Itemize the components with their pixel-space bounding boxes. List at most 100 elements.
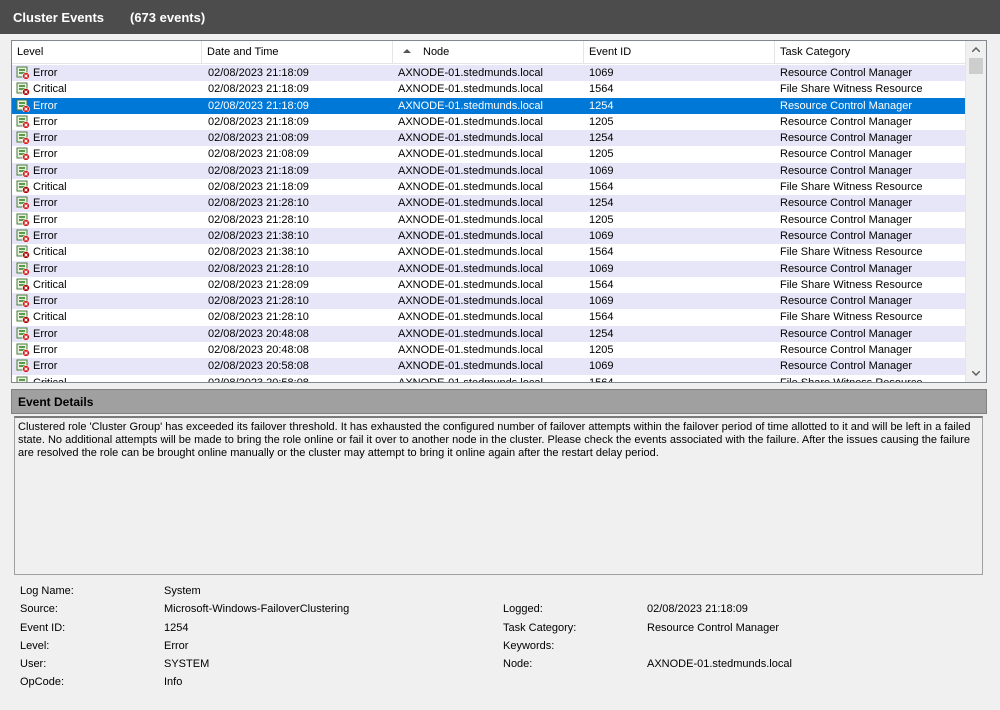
table-row[interactable]: Error 02/08/2023 21:08:09 AXNODE-01.stedmu… xyxy=(12,146,965,162)
event-critical-icon xyxy=(16,277,30,291)
node-label: Node: xyxy=(503,658,533,670)
table-row[interactable]: Critical 02/08/2023 21:28:10 AXNODE-01.ste… xyxy=(12,309,965,325)
table-row[interactable]: Critical 02/08/2023 20:58:08 AXNODE-01.ste… xyxy=(12,375,965,383)
table-row[interactable]: Error 02/08/2023 21:18:09 AXNODE-01.stedmu… xyxy=(12,162,965,180)
level-cell: Critical xyxy=(16,277,201,293)
event-id-cell: 1205 xyxy=(589,213,614,226)
grid-header: Level Date and Time Node Event ID Task C… xyxy=(12,41,965,64)
node-cell: AXNODE-01.stedmunds.local xyxy=(398,311,543,324)
date-cell: 02/08/2023 20:48:08 xyxy=(208,327,309,340)
task-category-cell: File Share Witness Resource xyxy=(780,83,923,96)
column-header-task-category[interactable]: Task Category xyxy=(775,41,965,64)
event-count: (673 events) xyxy=(130,10,206,25)
level-cell: Error xyxy=(16,195,201,211)
event-error-icon xyxy=(16,342,30,357)
event-error-icon xyxy=(16,358,30,373)
event-properties: Log Name: System Source: Microsoft-Windo… xyxy=(0,580,1000,690)
event-id-cell: 1069 xyxy=(589,295,614,308)
task-category-label: Task Category: xyxy=(503,622,577,634)
level-text: Error xyxy=(33,115,58,128)
task-category-cell: Resource Control Manager xyxy=(780,115,913,128)
event-id-cell: 1254 xyxy=(589,99,614,112)
keywords-label: Keywords: xyxy=(503,640,555,652)
window-title: Cluster Events xyxy=(13,10,105,25)
event-critical-icon xyxy=(16,179,30,194)
table-row[interactable]: Critical 02/08/2023 21:28:09 AXNODE-01.ste… xyxy=(12,277,965,293)
column-header-level[interactable]: Level xyxy=(12,41,202,64)
column-header-event-id[interactable]: Event ID xyxy=(584,41,775,64)
events-grid[interactable]: Level Date and Time Node Event ID Task C… xyxy=(11,40,987,383)
table-row[interactable]: Error 02/08/2023 21:38:10 AXNODE-01.stedmu… xyxy=(12,227,965,245)
table-row[interactable]: Error 02/08/2023 20:48:08 AXNODE-01.stedmu… xyxy=(12,325,965,343)
event-error-icon xyxy=(16,212,30,226)
level-text: Critical xyxy=(33,376,67,383)
scrollbar-thumb[interactable] xyxy=(969,58,983,74)
task-category-cell: File Share Witness Resource xyxy=(780,311,923,324)
event-details-title: Event Details xyxy=(18,395,94,409)
vertical-scrollbar[interactable] xyxy=(965,41,986,382)
event-error-icon xyxy=(16,261,30,275)
level-text: Critical xyxy=(33,83,67,96)
event-error-icon xyxy=(16,326,30,340)
table-row[interactable]: Critical 02/08/2023 21:18:09 AXNODE-01.ste… xyxy=(12,179,965,195)
event-id-cell: 1564 xyxy=(589,311,614,324)
event-critical-icon xyxy=(16,81,30,96)
event-id-cell: 1069 xyxy=(589,229,614,242)
level-cell: Error xyxy=(16,114,201,130)
logged-value: 02/08/2023 21:18:09 xyxy=(647,603,748,615)
column-header-node-label: Node xyxy=(423,46,450,58)
node-cell: AXNODE-01.stedmunds.local xyxy=(398,376,543,383)
table-row[interactable]: Error 02/08/2023 21:18:09 AXNODE-01.stedmu… xyxy=(12,114,965,130)
table-row[interactable]: Error 02/08/2023 20:48:08 AXNODE-01.stedmu… xyxy=(12,342,965,358)
node-value: AXNODE-01.stedmunds.local xyxy=(647,658,792,670)
table-row[interactable]: Critical 02/08/2023 21:38:10 AXNODE-01.ste… xyxy=(12,244,965,260)
level-cell: Critical xyxy=(16,309,201,325)
task-category-cell: Resource Control Manager xyxy=(780,213,913,226)
level-cell: Error xyxy=(16,261,201,277)
event-critical-icon xyxy=(16,375,30,382)
event-id-cell: 1564 xyxy=(589,376,614,383)
table-row[interactable]: Error 02/08/2023 21:18:09 AXNODE-01.stedmu… xyxy=(12,97,965,114)
scroll-down-button[interactable] xyxy=(966,365,986,382)
event-id-cell: 1564 xyxy=(589,246,614,259)
task-category-cell: Resource Control Manager xyxy=(780,132,913,145)
table-row[interactable]: Error 02/08/2023 21:08:09 AXNODE-01.stedmu… xyxy=(12,130,965,147)
date-cell: 02/08/2023 21:38:10 xyxy=(208,246,309,259)
scroll-up-button[interactable] xyxy=(966,41,986,58)
table-row[interactable]: Error 02/08/2023 21:18:09 AXNODE-01.stedmu… xyxy=(12,65,965,82)
node-cell: AXNODE-01.stedmunds.local xyxy=(398,164,543,177)
table-row[interactable]: Error 02/08/2023 21:28:10 AXNODE-01.stedmu… xyxy=(12,195,965,212)
table-row[interactable]: Error 02/08/2023 21:28:10 AXNODE-01.stedmu… xyxy=(12,293,965,310)
level-text: Error xyxy=(33,67,58,79)
table-row[interactable]: Error 02/08/2023 21:28:10 AXNODE-01.stedmu… xyxy=(12,260,965,277)
event-id-cell: 1069 xyxy=(589,262,614,275)
date-cell: 02/08/2023 20:48:08 xyxy=(208,344,309,357)
event-details-message: Clustered role 'Cluster Group' has excee… xyxy=(14,416,983,575)
node-cell: AXNODE-01.stedmunds.local xyxy=(398,213,543,226)
level-cell: Error xyxy=(16,146,201,162)
table-row[interactable]: Critical 02/08/2023 21:18:09 AXNODE-01.ste… xyxy=(12,81,965,97)
level-cell: Critical xyxy=(16,179,201,195)
node-cell: AXNODE-01.stedmunds.local xyxy=(398,132,543,145)
event-id-cell: 1254 xyxy=(589,132,614,145)
task-category-cell: Resource Control Manager xyxy=(780,164,913,177)
level-cell: Critical xyxy=(16,375,201,383)
node-cell: AXNODE-01.stedmunds.local xyxy=(398,246,543,259)
event-id-cell: 1254 xyxy=(589,327,614,340)
table-row[interactable]: Error 02/08/2023 21:28:10 AXNODE-01.stedmu… xyxy=(12,212,965,228)
event-error-icon xyxy=(16,163,30,177)
level-value: Error xyxy=(164,640,189,652)
event-error-icon xyxy=(16,98,30,112)
date-cell: 02/08/2023 21:28:10 xyxy=(208,262,309,275)
log-name-value: System xyxy=(164,585,201,597)
table-row[interactable]: Error 02/08/2023 20:58:08 AXNODE-01.stedmu… xyxy=(12,358,965,375)
node-cell: AXNODE-01.stedmunds.local xyxy=(398,181,543,194)
opcode-label: OpCode: xyxy=(20,676,65,688)
column-header-node[interactable]: Node xyxy=(393,41,584,64)
task-category-cell: Resource Control Manager xyxy=(780,295,913,308)
node-cell: AXNODE-01.stedmunds.local xyxy=(398,67,543,79)
user-value: SYSTEM xyxy=(164,658,210,670)
task-category-cell: File Share Witness Resource xyxy=(780,376,923,383)
column-header-date-time[interactable]: Date and Time xyxy=(202,41,393,64)
event-critical-icon xyxy=(16,309,30,324)
